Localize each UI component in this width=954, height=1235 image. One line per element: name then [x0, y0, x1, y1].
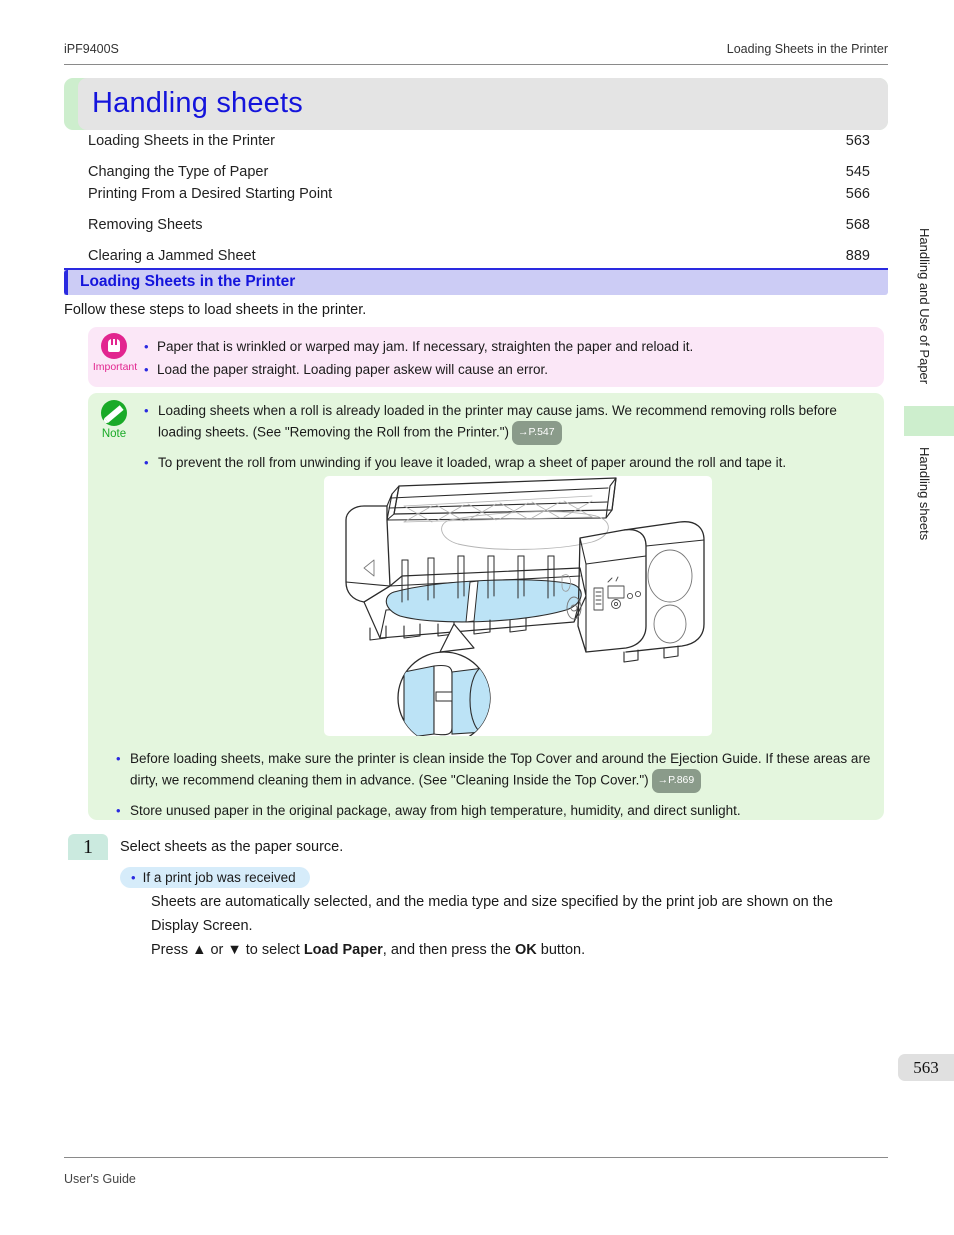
note-item-text: Store unused paper in the original packa… [130, 802, 741, 818]
press-middle: , and then press the [382, 942, 515, 958]
note-item-text: Before loading sheets, make sure the pri… [130, 751, 871, 788]
step-instruction: Select sheets as the paper source. [120, 839, 344, 855]
toc-entry-label: Printing From a Desired Starting Point [88, 186, 338, 202]
step-sub-heading: If a print job was received [120, 867, 310, 888]
toc-entry-page: 568 [839, 217, 870, 233]
list-item: Before loading sheets, make sure the pri… [116, 748, 876, 793]
list-item: Paper that is wrinkled or warped may jam… [144, 335, 874, 358]
pencil-icon [101, 400, 127, 426]
section-heading: Loading Sheets in the Printer [64, 268, 888, 295]
step-body: Sheets are automatically selected, and t… [151, 891, 891, 963]
note-label: Note [101, 428, 127, 440]
toc-leader-dots [88, 233, 870, 234]
page-title: Handling sheets [92, 87, 303, 119]
important-list: Paper that is wrinkled or warped may jam… [144, 335, 874, 381]
chapter-title-band: Handling sheets [64, 78, 888, 130]
list-item: Store unused paper in the original packa… [116, 800, 876, 821]
note-item-text: To prevent the roll from unwinding if yo… [158, 454, 787, 470]
hand-stop-icon [101, 333, 127, 359]
list-item: Loading sheets when a roll is already lo… [144, 400, 876, 445]
step-body-line: Display Screen. [151, 918, 253, 934]
important-label: Important [92, 361, 138, 373]
side-tab-upper[interactable]: Handling and Use of Paper [917, 228, 932, 384]
toc-leader-dots [88, 180, 870, 181]
side-tab-lower[interactable]: Handling sheets [917, 447, 932, 540]
section-lead-text: Follow these steps to load sheets in the… [64, 302, 367, 318]
toc-entry-label: Loading Sheets in the Printer [88, 133, 281, 149]
printer-model-label: iPF9400S [64, 42, 119, 56]
toc-entry[interactable]: Changing the Type of Paper 545 [88, 164, 870, 186]
toc-leader-dots [88, 264, 870, 265]
table-of-contents: Loading Sheets in the Printer 563 Changi… [88, 133, 870, 270]
note-list-top: Loading sheets when a roll is already lo… [144, 400, 876, 480]
toc-entry-label: Changing the Type of Paper [88, 164, 274, 180]
toc-entry[interactable]: Removing Sheets 568 [88, 217, 870, 239]
toc-leader-dots [88, 149, 870, 150]
step-body-line: Sheets are automatically selected, and t… [151, 894, 833, 910]
toc-entry-page: 545 [839, 164, 870, 180]
large-format-printer-with-loaded-roll-icon [345, 477, 705, 736]
section-heading-accent-bar [64, 270, 68, 295]
toc-entry[interactable]: Printing From a Desired Starting Point 5… [88, 186, 870, 208]
toc-entry[interactable]: Loading Sheets in the Printer 563 [88, 133, 870, 155]
printer-illustration [324, 476, 712, 736]
list-item: Load the paper straight. Loading paper a… [144, 358, 874, 381]
press-prefix: Press ▲ or ▼ to select [151, 942, 304, 958]
press-suffix: button. [536, 942, 586, 958]
toc-entry[interactable]: Clearing a Jammed Sheet 889 [88, 248, 870, 270]
note-item-text: Loading sheets when a roll is already lo… [158, 403, 837, 440]
page-number-tab: 563 [898, 1054, 954, 1081]
ok-button-label: OK [514, 942, 537, 958]
toc-entry-label: Removing Sheets [88, 217, 208, 233]
load-paper-menu-label: Load Paper [303, 942, 383, 958]
toc-entry-page: 563 [839, 133, 870, 149]
important-callout: Important Paper that is wrinkled or warp… [88, 327, 884, 387]
note-list-bottom: Before loading sheets, make sure the pri… [116, 748, 876, 828]
page-reference-badge[interactable]: →P.547 [512, 421, 562, 445]
running-head: iPF9400S Loading Sheets in the Printer [64, 42, 888, 62]
document-page: iPF9400S Loading Sheets in the Printer H… [0, 0, 954, 1235]
current-section-marker [904, 406, 954, 436]
toc-entry-label: Clearing a Jammed Sheet [88, 248, 261, 264]
footer-divider [64, 1157, 888, 1158]
section-heading-label: Loading Sheets in the Printer [80, 273, 296, 290]
page-reference-badge[interactable]: →P.869 [651, 769, 702, 793]
toc-entry-page: 889 [839, 248, 870, 264]
step-press-instruction: Press ▲ or ▼ to select Load Paper, and t… [151, 939, 891, 961]
header-divider [64, 64, 888, 65]
running-title-label: Loading Sheets in the Printer [726, 42, 888, 56]
toc-leader-dots [88, 202, 870, 203]
step-number-badge: 1 [68, 834, 108, 860]
toc-entry-page: 566 [839, 186, 870, 202]
list-item: To prevent the roll from unwinding if yo… [144, 452, 876, 473]
footer-label: User's Guide [64, 1172, 136, 1186]
side-tab-column: Handling and Use of Paper Handling sheet… [894, 0, 954, 1235]
